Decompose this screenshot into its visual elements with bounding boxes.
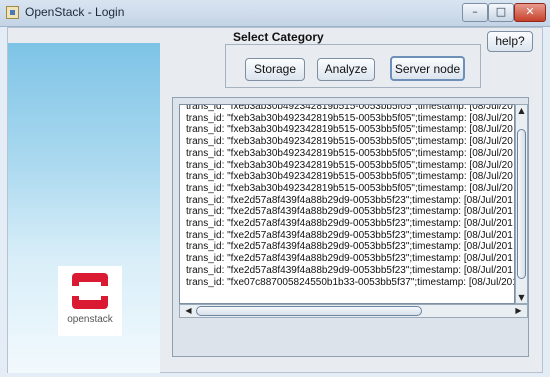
log-line: trans_id: "fxeb3ab30b492342819b515-0053b… [186,171,513,183]
java-app-icon [6,6,19,19]
help-button[interactable]: help? [487,31,533,52]
analyze-button[interactable]: Analyze [317,58,375,81]
maximize-button[interactable]: □ [488,3,514,22]
log-line: trans_id: "fxe2d57a8f439f4a88b29d9-0053b… [186,229,513,241]
log-line: trans_id: "fxe2d57a8f439f4a88b29d9-0053b… [186,241,513,253]
log-line: trans_id: "fxe2d57a8f439f4a88b29d9-0053b… [186,218,513,230]
openstack-logo-icon [72,273,108,309]
log-line: trans_id: "fxeb3ab30b492342819b515-0053b… [186,112,513,124]
log-lines: trans_id: "fxeb3ab30b492342819b515-0053b… [186,104,515,288]
horizontal-scroll-thumb[interactable] [196,306,422,316]
logo-text: openstack [67,314,113,325]
log-line: trans_id: "fxeb3ab30b492342819b515-0053b… [186,182,513,194]
title-bar: OpenStack - Login – □ ✕ [0,0,550,27]
scroll-left-icon[interactable]: ◀ [183,306,194,316]
horizontal-scrollbar[interactable]: ◀ ▶ [179,304,528,318]
vertical-scrollbar[interactable]: ▲ ▼ [515,104,528,304]
vertical-scroll-thumb[interactable] [517,129,526,279]
log-line: trans_id: "fxe2d57a8f439f4a88b29d9-0053b… [186,264,513,276]
server-node-button[interactable]: Server node [390,56,465,81]
window-title: OpenStack - Login [25,5,125,19]
log-line: trans_id: "fxe07c887005824550b1b33-0053b… [186,276,515,288]
branding-panel: openstack [8,43,160,373]
log-line: trans_id: "fxeb3ab30b492342819b515-0053b… [186,159,513,171]
log-line: trans_id: "fxe2d57a8f439f4a88b29d9-0053b… [186,194,513,206]
openstack-logo: openstack [58,266,122,336]
scroll-right-icon[interactable]: ▶ [513,306,524,316]
scroll-up-icon[interactable]: ▲ [516,106,527,116]
app-window: OpenStack - Login – □ ✕ openstack Select… [0,0,550,377]
select-category-label: Select Category [233,30,324,44]
scroll-down-icon[interactable]: ▼ [516,293,527,303]
log-line: trans_id: "fxe2d57a8f439f4a88b29d9-0053b… [186,206,513,218]
close-button[interactable]: ✕ [514,3,546,22]
log-line: trans_id: "fxeb3ab30b492342819b515-0053b… [186,124,513,136]
minimize-button[interactable]: – [462,3,488,22]
log-line: trans_id: "fxeb3ab30b492342819b515-0053b… [186,136,513,148]
storage-button[interactable]: Storage [245,58,305,81]
log-text-area[interactable]: trans_id: "fxeb3ab30b492342819b515-0053b… [179,104,515,304]
log-line: trans_id: "fxe2d57a8f439f4a88b29d9-0053b… [186,253,513,265]
log-line: trans_id: "fxeb3ab30b492342819b515-0053b… [186,147,513,159]
log-line: trans_id: "fxeb3ab30b492342819b515-0053b… [186,104,513,112]
